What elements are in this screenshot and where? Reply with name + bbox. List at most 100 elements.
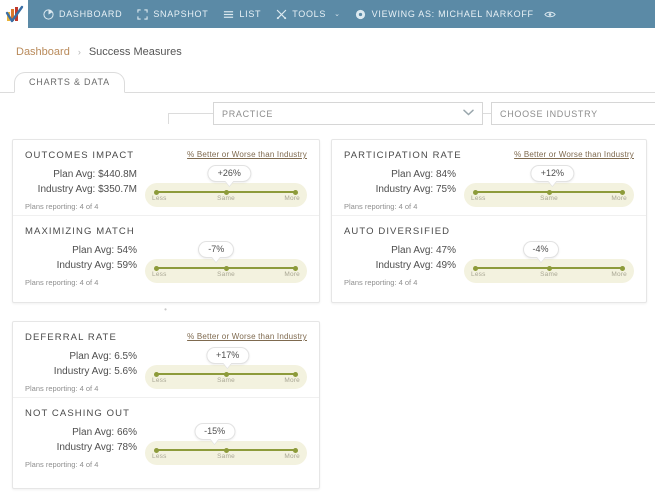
tab-strip: CHARTS & DATA [0, 71, 655, 93]
chevron-down-icon: ⌄ [334, 11, 341, 18]
plans-reporting: Plans reporting: 4 of 4 [344, 278, 418, 287]
comparison-gauge[interactable]: Less Same More [145, 441, 307, 465]
gauge-dot-less [154, 371, 159, 377]
delta-badge: +26% [207, 165, 251, 187]
nav-item-viewing-as[interactable]: VIEWING AS: MICHAEL NARKOFF [355, 8, 556, 20]
gauge-dot-same [546, 265, 552, 271]
gauge-dot-more [293, 189, 298, 195]
breadcrumb-link-dashboard[interactable]: Dashboard [16, 46, 70, 58]
practice-dropdown[interactable]: PRACTICE [213, 102, 483, 125]
compare-link[interactable]: % Better or Worse than Industry [187, 150, 307, 159]
gauge-dot-more [293, 447, 298, 453]
breadcrumb-separator-icon: › [77, 47, 81, 57]
list-lines-icon [222, 8, 234, 20]
panel-deferral-rate: DEFERRAL RATE % Better or Worse than Ind… [13, 322, 319, 397]
industry-average: Industry Avg: 5.6% [53, 366, 137, 377]
delta-badge: -7% [198, 241, 235, 263]
gauge-dot-same [223, 447, 229, 453]
nav-label-list: LIST [239, 9, 262, 19]
top-navbar: DASHBOARD SNAPSHOT LIST TOOLS ⌄ VIEWING … [0, 0, 655, 28]
delta-badge: -15% [194, 423, 236, 445]
nav-item-snapshot[interactable]: SNAPSHOT [136, 8, 208, 20]
panel-outcomes-impact: OUTCOMES IMPACT % Better or Worse than I… [13, 140, 319, 215]
stats-block: Plan Avg: 66% Industry Avg: 78% Plans re… [25, 425, 145, 469]
panel-not-cashing-out: NOT CASHING OUT Plan Avg: 66% Industry A… [13, 397, 319, 473]
industry-average: Industry Avg: 49% [375, 260, 456, 271]
compare-link[interactable]: % Better or Worse than Industry [187, 332, 307, 341]
pie-chart-icon [42, 8, 54, 20]
gauge-wrap: +17% Less Same More [145, 347, 307, 393]
app-logo[interactable] [0, 0, 28, 28]
gauge-wrap: -4% Less Same More [464, 241, 634, 287]
compare-link[interactable]: % Better or Worse than Industry [514, 150, 634, 159]
cards-board: OUTCOMES IMPACT % Better or Worse than I… [0, 139, 655, 500]
eye-icon[interactable] [544, 8, 556, 20]
stats-block: Plan Avg: 6.5% Industry Avg: 5.6% Plans … [25, 349, 145, 393]
nav-item-tools[interactable]: TOOLS ⌄ [275, 8, 340, 20]
gauge-dot-same [546, 189, 552, 195]
gauge-label-more: More [284, 453, 300, 460]
gauge-dot-more [293, 265, 298, 271]
filter-connector-left [168, 113, 214, 124]
user-circle-icon [355, 8, 367, 20]
delta-badge: +17% [205, 347, 250, 369]
comparison-gauge[interactable]: Less Same More [464, 259, 634, 283]
crop-frame-icon [136, 8, 148, 20]
gauge-label-same: Same [540, 195, 558, 202]
panel-participation-rate: PARTICIPATION RATE % Better or Worse tha… [332, 140, 646, 215]
panel-maximizing-match: MAXIMIZING MATCH Plan Avg: 54% Industry … [13, 215, 319, 291]
gauge-label-same: Same [217, 377, 235, 384]
stats-block: Plan Avg: 84% Industry Avg: 75% Plans re… [344, 167, 464, 211]
industry-dropdown[interactable]: CHOOSE INDUSTRY [491, 102, 655, 125]
card-drag-handle[interactable]: • [164, 305, 168, 314]
nav-item-list[interactable]: LIST [222, 8, 261, 20]
gauge-label-less: Less [471, 195, 486, 202]
nav-item-dashboard[interactable]: DASHBOARD [42, 8, 122, 20]
comparison-gauge[interactable]: Less Same More [145, 259, 307, 283]
plan-average: Plan Avg: 84% [391, 169, 456, 180]
gauge-dot-same [223, 371, 229, 377]
panel-body: Plan Avg: 84% Industry Avg: 75% Plans re… [344, 165, 634, 211]
gauge-wrap: -15% Less Same More [145, 423, 307, 469]
gauge-dot-same [223, 265, 229, 271]
nav-label-viewing-as: VIEWING AS: MICHAEL NARKOFF [371, 9, 534, 19]
gauge-dot-more [620, 189, 625, 195]
gauge-dot-less [154, 447, 159, 453]
panel-body: Plan Avg: 54% Industry Avg: 59% Plans re… [25, 241, 307, 287]
gauge-dot-same [223, 189, 229, 195]
gauge-wrap: +12% Less Same More [464, 165, 634, 211]
gauge-label-less: Less [152, 453, 167, 460]
gauge-label-more: More [611, 271, 627, 278]
gauge-label-less: Less [152, 377, 167, 384]
gauge-label-same: Same [217, 453, 235, 460]
plan-average: Plan Avg: 6.5% [69, 351, 137, 362]
panel-title: NOT CASHING OUT [25, 408, 130, 419]
gauge-label-less: Less [152, 195, 167, 202]
plans-reporting: Plans reporting: 4 of 4 [344, 202, 418, 211]
plan-average: Plan Avg: 54% [72, 245, 137, 256]
gauge-wrap: +26% Less Same More [145, 165, 307, 211]
gauge-label-same: Same [217, 271, 235, 278]
delta-badge: +12% [530, 165, 575, 187]
plans-reporting: Plans reporting: 4 of 4 [25, 202, 99, 211]
card-participation-rate: PARTICIPATION RATE % Better or Worse tha… [331, 139, 647, 303]
card-deferral-rate: DEFERRAL RATE % Better or Worse than Ind… [12, 321, 320, 489]
gauge-dot-more [293, 371, 298, 377]
panel-body: Plan Avg: 47% Industry Avg: 49% Plans re… [344, 241, 634, 287]
gauge-label-more: More [284, 377, 300, 384]
gauge-dot-less [473, 265, 478, 271]
filter-row: PRACTICE CHOOSE INDUSTRY [0, 99, 655, 133]
plan-average: Plan Avg: 66% [72, 427, 137, 438]
delta-badge: -4% [522, 241, 559, 263]
gauge-label-more: More [284, 195, 300, 202]
gauge-label-same: Same [217, 195, 235, 202]
panel-body: Plan Avg: 6.5% Industry Avg: 5.6% Plans … [25, 347, 307, 393]
industry-average: Industry Avg: 59% [56, 260, 137, 271]
plans-reporting: Plans reporting: 4 of 4 [25, 460, 99, 469]
practice-dropdown-value: PRACTICE [222, 108, 274, 119]
stats-block: Plan Avg: $440.8M Industry Avg: $350.7M … [25, 167, 145, 211]
tab-charts-and-data[interactable]: CHARTS & DATA [14, 72, 125, 93]
gauge-label-same: Same [540, 271, 558, 278]
gauge-label-less: Less [471, 271, 486, 278]
breadcrumb-current-success-measures: Success Measures [88, 46, 182, 58]
